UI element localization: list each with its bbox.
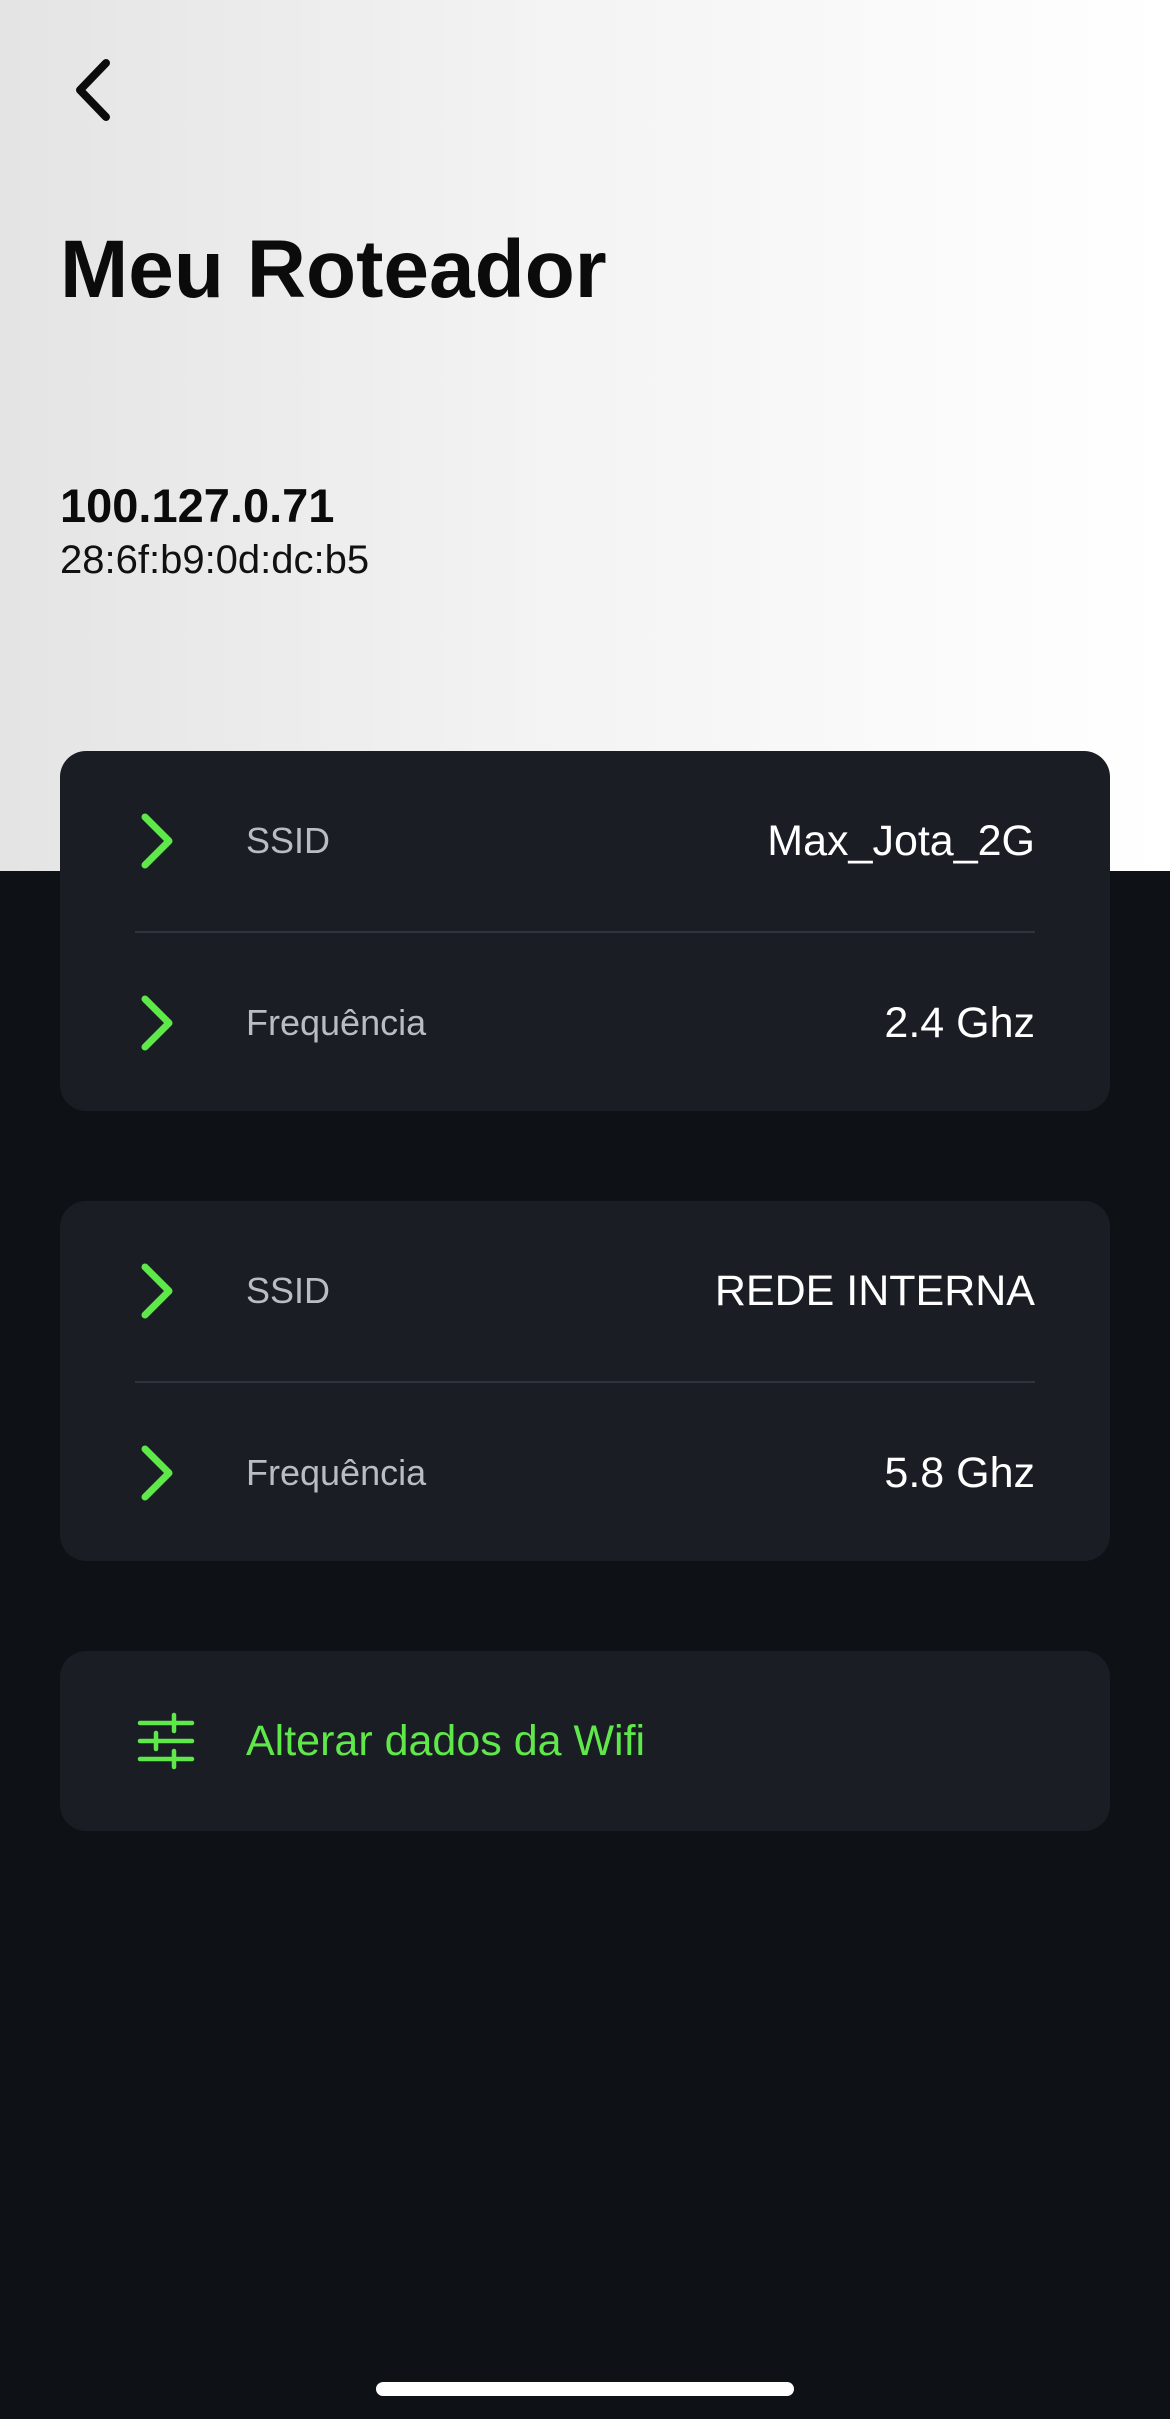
- back-button[interactable]: [56, 50, 128, 130]
- chevron-right-icon: [141, 813, 173, 869]
- ssid-label: SSID: [246, 820, 331, 861]
- network-card: SSID Max_Jota_2G Frequência 2.4 Ghz: [60, 751, 1110, 1111]
- ssid-value: Max_Jota_2G: [767, 816, 1035, 865]
- frequency-row[interactable]: Frequência 5.8 Ghz: [60, 1383, 1110, 1563]
- frequency-value: 2.4 Ghz: [884, 998, 1035, 1047]
- router-mac: 28:6f:b9:0d:dc:b5: [60, 538, 370, 582]
- header: Meu Roteador 100.127.0.71 28:6f:b9:0d:dc…: [0, 0, 1170, 871]
- edit-wifi-button[interactable]: Alterar dados da Wifi: [60, 1651, 1110, 1831]
- router-ip: 100.127.0.71: [60, 479, 335, 532]
- page-title: Meu Roteador: [60, 224, 607, 315]
- ssid-value: REDE INTERNA: [714, 1266, 1035, 1315]
- chevron-right-icon: [141, 995, 173, 1051]
- frequency-value: 5.8 Ghz: [884, 1448, 1035, 1497]
- frequency-label: Frequência: [246, 1002, 427, 1043]
- ssid-row[interactable]: SSID Max_Jota_2G: [60, 751, 1110, 931]
- home-indicator[interactable]: [376, 2382, 794, 2396]
- edit-wifi-label: Alterar dados da Wifi: [246, 1716, 646, 1765]
- ssid-label: SSID: [246, 1270, 331, 1311]
- chevron-left-icon: [76, 59, 110, 121]
- ssid-row[interactable]: SSID REDE INTERNA: [60, 1201, 1110, 1381]
- frequency-label: Frequência: [246, 1452, 427, 1493]
- sliders-icon: [137, 1712, 195, 1770]
- network-card: SSID REDE INTERNA Frequência 5.8 Ghz: [60, 1201, 1110, 1561]
- frequency-row[interactable]: Frequência 2.4 Ghz: [60, 933, 1110, 1113]
- chevron-right-icon: [141, 1263, 173, 1319]
- chevron-right-icon: [141, 1445, 173, 1501]
